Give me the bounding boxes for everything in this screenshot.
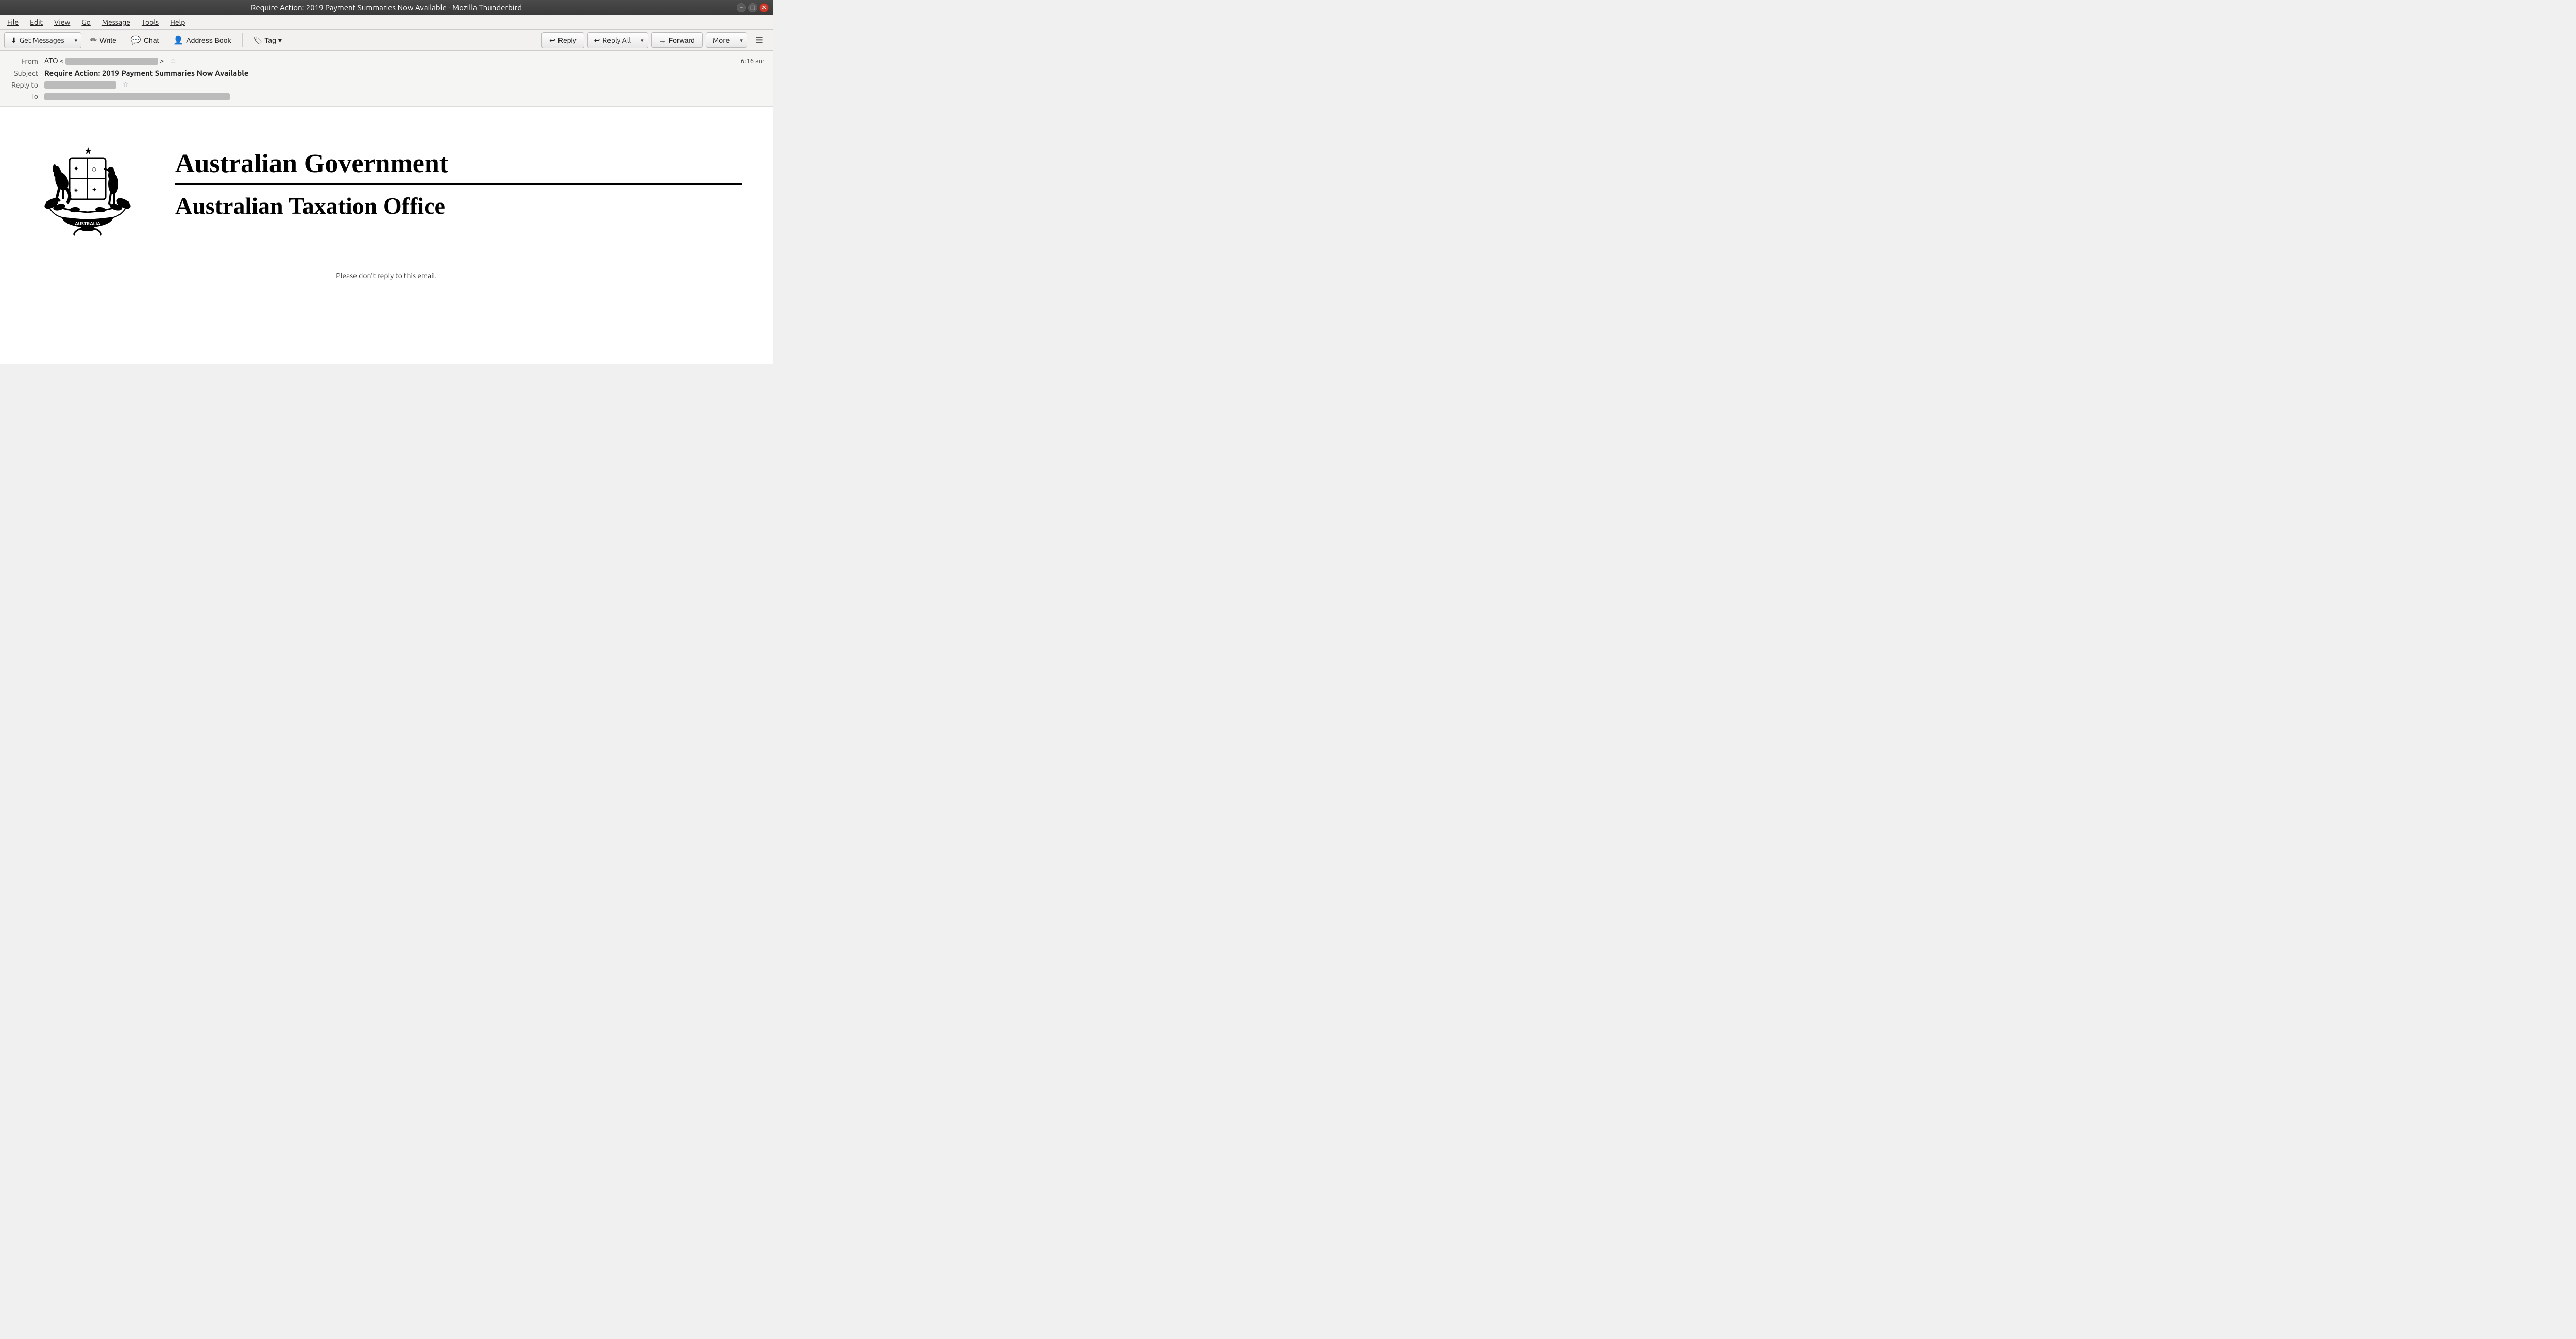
tag-label: Tag bbox=[264, 36, 276, 44]
to-redacted bbox=[44, 93, 230, 100]
get-messages-main[interactable]: ⬇ Get Messages bbox=[5, 33, 71, 48]
to-label: To bbox=[8, 92, 44, 100]
reply-icon: ↩ bbox=[549, 36, 555, 45]
email-time: 6:16 am bbox=[404, 58, 765, 65]
main-toolbar: ⬇ Get Messages ▾ ✏ Write 💬 Chat 👤 Addres… bbox=[0, 30, 773, 51]
reply-all-button[interactable]: ↩ Reply All ▾ bbox=[587, 32, 648, 48]
svg-text:AUSTRALIA: AUSTRALIA bbox=[75, 221, 100, 226]
email-body: ✦ ⬡ ◈ ✦ ★ bbox=[0, 107, 773, 364]
chat-label: Chat bbox=[144, 36, 159, 44]
menubar: File Edit View Go Message Tools Help bbox=[0, 15, 773, 30]
chat-icon: 💬 bbox=[131, 35, 141, 45]
maximize-button[interactable]: □ bbox=[748, 3, 757, 12]
ato-text-block: Australian Government Australian Taxatio… bbox=[175, 149, 742, 219]
write-button[interactable]: ✏ Write bbox=[84, 32, 122, 48]
hamburger-menu-button[interactable]: ☰ bbox=[750, 32, 769, 48]
tag-button[interactable]: 🏷 Tag ▾ bbox=[248, 33, 287, 48]
from-value: ATO < > ☆ bbox=[44, 57, 404, 65]
menu-help[interactable]: Help bbox=[165, 16, 190, 28]
address-book-button[interactable]: 👤 Address Book bbox=[167, 32, 236, 48]
get-messages-icon: ⬇ bbox=[11, 36, 17, 45]
reply-button[interactable]: ↩ Reply bbox=[541, 32, 584, 48]
get-messages-button[interactable]: ⬇ Get Messages ▾ bbox=[4, 32, 81, 48]
window-controls: – □ ✕ bbox=[737, 3, 769, 12]
svg-text:◈: ◈ bbox=[74, 187, 78, 193]
write-label: Write bbox=[100, 36, 116, 44]
close-button[interactable]: ✕ bbox=[759, 3, 769, 12]
window-title: Require Action: 2019 Payment Summaries N… bbox=[251, 3, 522, 12]
menu-view[interactable]: View bbox=[49, 16, 75, 28]
from-label: From bbox=[8, 57, 44, 65]
reply-all-icon: ↩ bbox=[594, 36, 600, 45]
subject-label: Subject bbox=[8, 69, 44, 77]
subject-row: Subject Require Action: 2019 Payment Sum… bbox=[8, 67, 765, 79]
more-button[interactable]: More ▾ bbox=[706, 32, 747, 48]
reply-to-label: Reply to bbox=[8, 81, 44, 89]
titlebar: Require Action: 2019 Payment Summaries N… bbox=[0, 0, 773, 15]
menu-edit[interactable]: Edit bbox=[25, 16, 48, 28]
reply-to-star-icon[interactable]: ☆ bbox=[122, 80, 129, 89]
email-header: From ATO < > ☆ 6:16 am Subject Require A… bbox=[0, 51, 773, 107]
tag-icon: 🏷 bbox=[253, 36, 263, 45]
reply-to-value: ☆ bbox=[44, 80, 765, 89]
coat-of-arms-image: ✦ ⬡ ◈ ✦ ★ bbox=[31, 127, 144, 241]
to-value bbox=[44, 92, 765, 100]
write-icon: ✏ bbox=[90, 35, 97, 45]
to-row: To bbox=[8, 91, 765, 102]
more-dropdown[interactable]: ▾ bbox=[736, 34, 747, 47]
svg-text:★: ★ bbox=[84, 146, 92, 156]
ato-logo-container: ✦ ⬡ ◈ ✦ ★ bbox=[31, 127, 742, 241]
menu-message[interactable]: Message bbox=[97, 16, 135, 28]
from-star-icon[interactable]: ☆ bbox=[170, 57, 176, 65]
reply-all-main[interactable]: ↩ Reply All bbox=[588, 33, 637, 48]
from-name: ATO < bbox=[44, 57, 64, 65]
chat-button[interactable]: 💬 Chat bbox=[125, 32, 165, 48]
more-main[interactable]: More bbox=[706, 33, 736, 47]
get-messages-label: Get Messages bbox=[20, 36, 64, 44]
reply-label: Reply bbox=[558, 36, 577, 44]
more-label: More bbox=[713, 36, 730, 44]
subject-value: Require Action: 2019 Payment Summaries N… bbox=[44, 69, 765, 77]
minimize-button[interactable]: – bbox=[737, 3, 746, 12]
get-messages-dropdown[interactable]: ▾ bbox=[71, 34, 81, 47]
menu-tools[interactable]: Tools bbox=[137, 16, 164, 28]
gov-title: Australian Government bbox=[175, 149, 742, 178]
address-book-icon: 👤 bbox=[173, 35, 183, 45]
forward-label: Forward bbox=[669, 36, 695, 44]
reply-to-row: Reply to ☆ bbox=[8, 79, 765, 91]
svg-text:⬡: ⬡ bbox=[92, 166, 96, 172]
toolbar-separator bbox=[242, 33, 243, 47]
from-email-redacted bbox=[65, 58, 158, 65]
reply-to-redacted bbox=[44, 81, 116, 89]
forward-icon: → bbox=[659, 36, 666, 44]
tag-chevron-icon: ▾ bbox=[278, 36, 282, 45]
email-footer-note: Please don't reply to this email. bbox=[31, 272, 742, 280]
svg-text:✦: ✦ bbox=[92, 187, 97, 193]
reply-all-label: Reply All bbox=[602, 36, 631, 44]
ato-office-title: Australian Taxation Office bbox=[175, 193, 742, 219]
gov-title-line: Australian Government bbox=[175, 149, 742, 185]
menu-go[interactable]: Go bbox=[76, 16, 95, 28]
menu-file[interactable]: File bbox=[2, 16, 24, 28]
forward-button[interactable]: → Forward bbox=[651, 32, 703, 48]
address-book-label: Address Book bbox=[186, 36, 231, 44]
reply-all-dropdown[interactable]: ▾ bbox=[637, 34, 648, 47]
from-angle-close: > bbox=[160, 57, 164, 65]
svg-text:✦: ✦ bbox=[73, 164, 79, 173]
from-row: From ATO < > ☆ 6:16 am bbox=[8, 55, 765, 67]
